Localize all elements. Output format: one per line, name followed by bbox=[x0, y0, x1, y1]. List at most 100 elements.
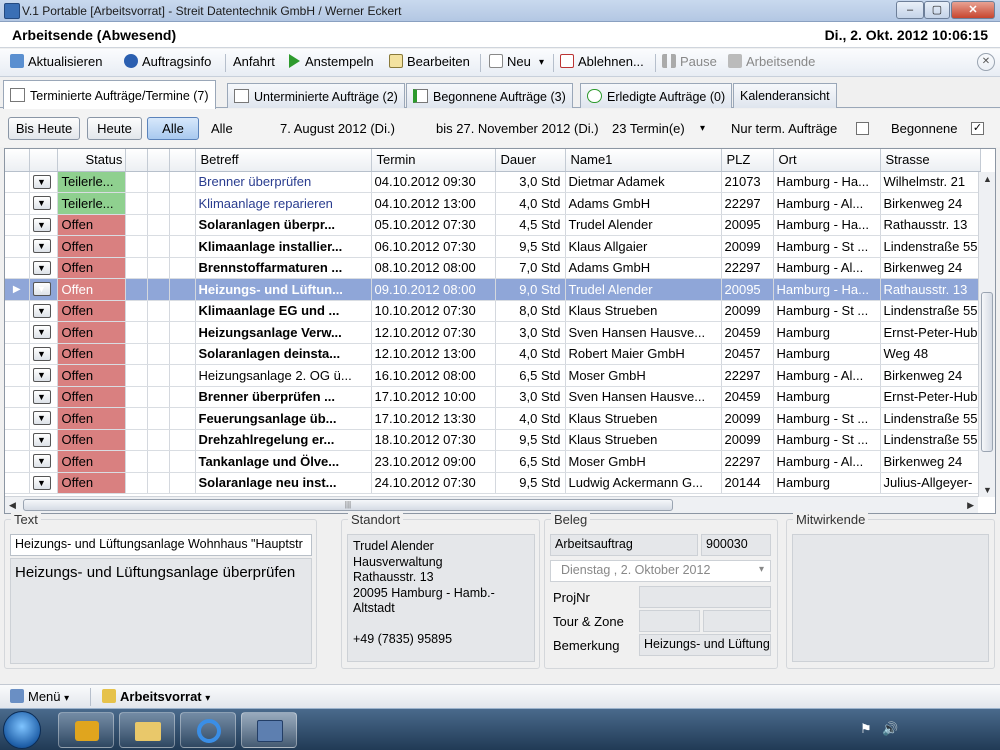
row-dropdown-button[interactable]: ▼ bbox=[32, 475, 51, 490]
bis-heute-button[interactable]: Bis Heute bbox=[8, 117, 80, 140]
row-dropdown-button[interactable]: ▼ bbox=[32, 368, 51, 383]
aktualisieren-button[interactable]: Aktualisieren bbox=[10, 54, 102, 69]
begonnene-checkbox[interactable]: ✓ bbox=[971, 122, 984, 135]
row-dropdown-button[interactable]: ▼ bbox=[32, 282, 51, 297]
row-dropdown-button[interactable]: ▼ bbox=[32, 432, 51, 447]
scroll-up-icon[interactable]: ▲ bbox=[983, 174, 992, 184]
nur-term-checkbox[interactable] bbox=[856, 122, 869, 135]
speaker-icon[interactable]: 🔊 bbox=[882, 721, 898, 737]
table-row[interactable]: ▼ Teilerle... Brenner überprüfen 04.10.2012… bbox=[5, 171, 981, 193]
col-status[interactable]: Status bbox=[57, 149, 126, 172]
betreff-cell: Brenner überprüfen ... bbox=[195, 386, 372, 408]
row-dropdown-button[interactable]: ▼ bbox=[32, 260, 51, 275]
pause-button[interactable]: Pause bbox=[662, 54, 717, 69]
date-from[interactable]: 7. August 2012 (Di.) bbox=[280, 121, 395, 136]
text-short-field[interactable]: Heizungs- und Lüftungsanlage Wohnhaus "H… bbox=[10, 534, 312, 556]
close-panel-icon[interactable]: ✕ bbox=[977, 53, 995, 71]
row-dropdown-button[interactable]: ▼ bbox=[32, 411, 51, 426]
tab-erledigte[interactable]: Erledigte Aufträge (0) bbox=[580, 83, 733, 108]
tab-begonnene[interactable]: Begonnene Aufträge (3) bbox=[406, 83, 573, 108]
row-dropdown-button[interactable]: ▼ bbox=[32, 303, 51, 318]
table-row[interactable]: ▼ Teilerle... Klimaanlage reparieren 04.10.… bbox=[5, 192, 981, 215]
anstempeln-button[interactable]: Anstempeln bbox=[289, 54, 374, 69]
outlook-taskbar-icon[interactable] bbox=[58, 712, 114, 748]
strasse-cell: Birkenweg 24 bbox=[880, 364, 981, 387]
tab-terminierte[interactable]: Terminierte Aufträge/Termine (7) bbox=[3, 80, 216, 109]
scroll-right-icon[interactable]: ▶ bbox=[967, 500, 974, 511]
table-row[interactable]: ▼ Offen Feuerungsanlage üb... 17.10.2012 13… bbox=[5, 407, 981, 430]
menu-button[interactable]: Menü ▾ bbox=[10, 689, 69, 704]
arbeitsvorrat-button[interactable]: Arbeitsvorrat ▾ bbox=[102, 689, 210, 704]
neu-dropdown-arrow[interactable]: ▾ bbox=[539, 57, 544, 68]
table-row[interactable]: ▼ Offen Solaranlagen überpr... 05.10.2012 0… bbox=[5, 214, 981, 236]
row-dropdown-button[interactable]: ▼ bbox=[32, 389, 51, 404]
table-row[interactable]: ▼ Offen Klimaanlage installier... 06.10.201… bbox=[5, 235, 981, 258]
zone-field[interactable] bbox=[703, 610, 771, 632]
row-dropdown-button[interactable]: ▼ bbox=[32, 239, 51, 254]
heute-button[interactable]: Heute bbox=[87, 117, 142, 140]
flag-cell bbox=[147, 429, 170, 451]
edit-icon bbox=[389, 54, 403, 68]
maximize-button[interactable]: ▢ bbox=[924, 1, 950, 19]
table-row[interactable]: ▼ Offen Brennstoffarmaturen ... 08.10.2012 … bbox=[5, 257, 981, 279]
explorer-taskbar-icon[interactable] bbox=[119, 712, 175, 748]
text-body-field[interactable]: Heizungs- und Lüftungsanlage überprüfen bbox=[10, 558, 312, 664]
text-panel: Text Heizungs- und Lüftungsanlage Wohnha… bbox=[4, 512, 317, 669]
range-mode[interactable]: Alle bbox=[211, 121, 233, 136]
alle-button[interactable]: Alle bbox=[147, 117, 199, 140]
neu-button[interactable]: Neu bbox=[489, 54, 531, 69]
flag-icon[interactable]: ⚑ bbox=[860, 721, 872, 737]
col-betreff[interactable]: Betreff bbox=[195, 149, 372, 172]
row-dropdown-button[interactable]: ▼ bbox=[32, 174, 51, 189]
col-termin[interactable]: Termin bbox=[371, 149, 496, 172]
date-dropdown-arrow[interactable]: ▾ bbox=[759, 564, 764, 575]
table-row[interactable]: ▼ Offen Klimaanlage EG und ... 10.10.2012 0… bbox=[5, 300, 981, 322]
projnr-field[interactable] bbox=[639, 586, 771, 608]
vertical-scrollbar[interactable]: ▲ ▼ bbox=[978, 172, 995, 497]
col-plz[interactable]: PLZ bbox=[721, 149, 774, 172]
col-dauer[interactable]: Dauer bbox=[495, 149, 566, 172]
table-row[interactable]: ▼ Offen Solaranlagen deinsta... 12.10.2012 … bbox=[5, 343, 981, 365]
col-flag1 bbox=[125, 149, 148, 172]
beleg-date-picker[interactable]: Dienstag , 2. Oktober 2012 bbox=[550, 560, 771, 582]
table-row[interactable]: ▼ Offen Solaranlage neu inst... 24.10.2012 … bbox=[5, 472, 981, 494]
tab-kalenderansicht[interactable]: Kalenderansicht bbox=[733, 83, 837, 108]
arbeitsende-button[interactable]: Arbeitsende bbox=[728, 54, 815, 69]
minimize-button[interactable]: – bbox=[896, 1, 924, 19]
date-to[interactable]: bis 27. November 2012 (Di.) bbox=[436, 121, 599, 136]
start-button[interactable] bbox=[3, 711, 41, 749]
menu-arrow: ▾ bbox=[64, 693, 70, 704]
col-name1[interactable]: Name1 bbox=[565, 149, 722, 172]
table-row[interactable]: ▼ Offen Drehzahlregelung er... 18.10.2012 0… bbox=[5, 429, 981, 451]
row-dropdown-button[interactable]: ▼ bbox=[32, 217, 51, 232]
scroll-down-icon[interactable]: ▼ bbox=[983, 485, 992, 495]
app-taskbar-icon[interactable] bbox=[241, 712, 297, 748]
bemerkung-field[interactable]: Heizungs- und Lüftung bbox=[639, 634, 771, 656]
table-row[interactable]: ▼ Offen Tankanlage und Ölve... 23.10.2012 0… bbox=[5, 450, 981, 473]
bearbeiten-button[interactable]: Bearbeiten bbox=[389, 54, 470, 69]
toolbar-separator bbox=[225, 54, 226, 72]
horizontal-scrollbar[interactable]: ◀ ||| ▶ bbox=[5, 496, 978, 513]
count-dropdown-arrow[interactable]: ▾ bbox=[700, 123, 705, 134]
vertical-scroll-thumb[interactable] bbox=[981, 292, 993, 452]
ablehnen-button[interactable]: Ablehnen... bbox=[560, 54, 644, 69]
browser-taskbar-icon[interactable] bbox=[180, 712, 236, 748]
auftragsinfo-button[interactable]: Auftragsinfo bbox=[124, 54, 211, 69]
row-dropdown-button[interactable]: ▼ bbox=[32, 196, 51, 211]
table-row[interactable]: ▶ ▼ Offen Heizungs- und Lüftun... 09.10.2012… bbox=[5, 278, 981, 301]
table-row[interactable]: ▼ Offen Heizungsanlage Verw... 12.10.2012 0… bbox=[5, 321, 981, 344]
row-dropdown-button[interactable]: ▼ bbox=[32, 454, 51, 469]
table-row[interactable]: ▼ Offen Heizungsanlage 2. OG ü... 16.10.201… bbox=[5, 364, 981, 387]
col-ort[interactable]: Ort bbox=[773, 149, 881, 172]
row-dropdown-button[interactable]: ▼ bbox=[32, 346, 51, 361]
row-dropdown-button[interactable]: ▼ bbox=[32, 325, 51, 340]
tour-field[interactable] bbox=[639, 610, 700, 632]
scroll-left-icon[interactable]: ◀ bbox=[9, 500, 16, 511]
col-strasse[interactable]: Strasse bbox=[880, 149, 981, 172]
close-window-button[interactable]: ✕ bbox=[951, 1, 995, 19]
tab-unterminierte[interactable]: Unterminierte Aufträge (2) bbox=[227, 83, 405, 108]
horizontal-scroll-thumb[interactable]: ||| bbox=[23, 499, 673, 511]
mitwirkende-list[interactable] bbox=[792, 534, 989, 662]
anfahrt-button[interactable]: Anfahrt bbox=[233, 54, 275, 69]
table-row[interactable]: ▼ Offen Brenner überprüfen ... 17.10.2012 1… bbox=[5, 386, 981, 408]
